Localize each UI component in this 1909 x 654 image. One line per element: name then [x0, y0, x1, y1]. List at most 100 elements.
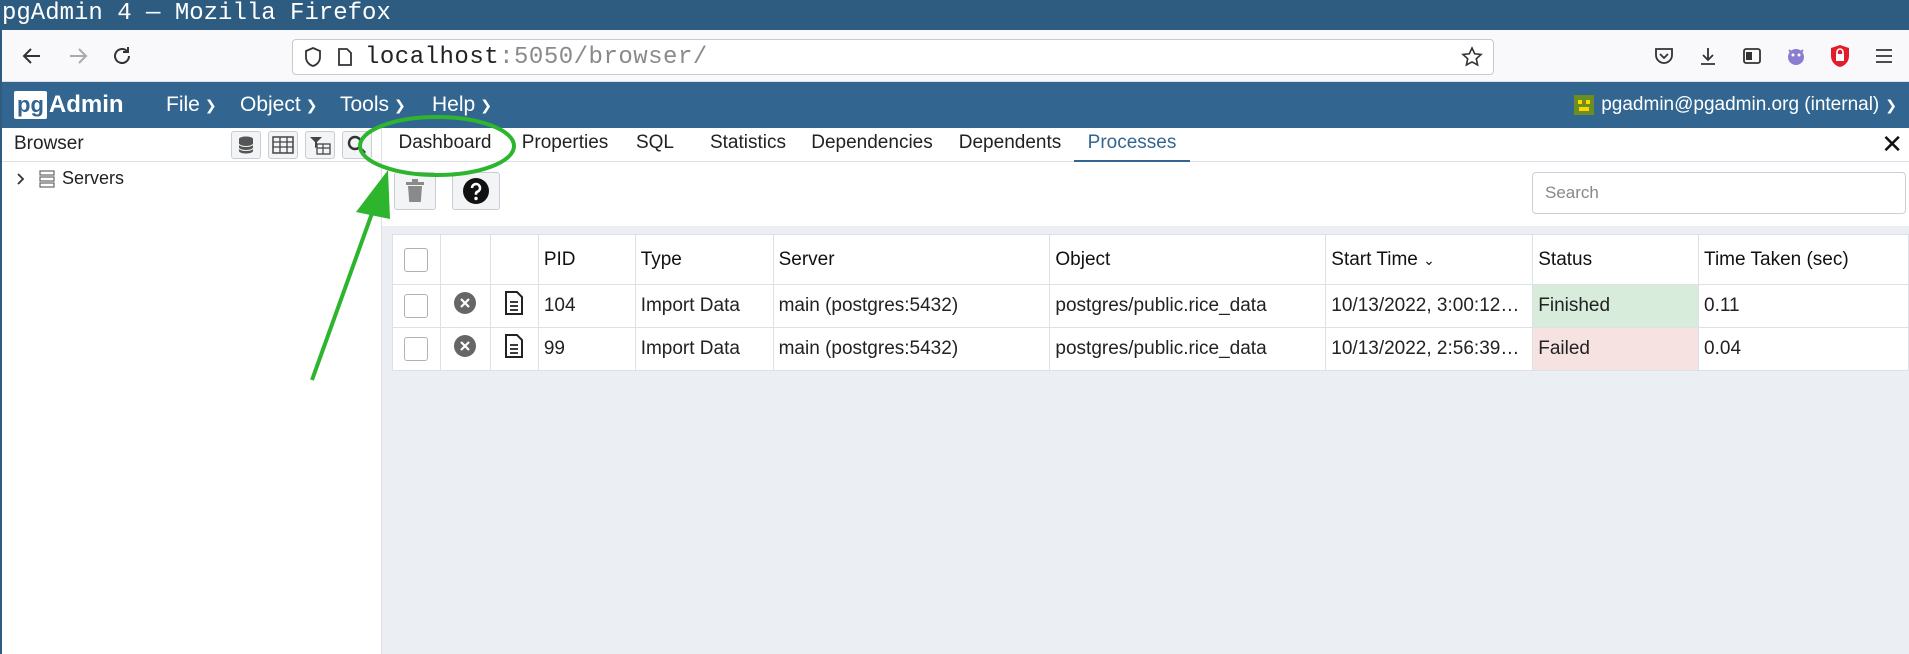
col-header-start-time-label: Start Time: [1331, 248, 1418, 270]
row-checkbox[interactable]: [404, 294, 429, 318]
menu-file-label: File: [166, 93, 200, 116]
header-blank: [489, 234, 539, 285]
cell-start-time: 10/13/2022, 3:00:12…: [1325, 284, 1534, 328]
trash-icon: [406, 179, 424, 202]
browser-panel-title: Browser: [14, 133, 84, 154]
table-row[interactable]: 99 Import Data main (postgres:5432) post…: [392, 327, 1909, 371]
col-header-type[interactable]: Type: [634, 234, 774, 285]
col-header-start-time[interactable]: Start Time ⌄: [1325, 234, 1534, 285]
cell-object: postgres/public.rice_data: [1049, 327, 1327, 371]
menu-tools-label: Tools: [340, 93, 390, 116]
col-header-server[interactable]: Server: [772, 234, 1051, 285]
cell-pid: 104: [537, 284, 636, 328]
select-all-cell[interactable]: [392, 234, 441, 285]
chevron-down-icon: ❯: [394, 97, 406, 113]
menu-help[interactable]: Help ❯: [432, 92, 492, 118]
help-button[interactable]: [452, 172, 500, 210]
tab-statistics[interactable]: Statistics: [692, 128, 804, 162]
tree-node-servers[interactable]: Servers: [16, 168, 124, 189]
forward-arrow-icon[interactable]: [62, 40, 94, 72]
url-path: :5050/browser/: [499, 43, 708, 71]
chevron-right-icon[interactable]: [16, 172, 26, 186]
cell-status-failed: Failed: [1532, 327, 1700, 371]
filtered-rows-button[interactable]: [305, 131, 335, 159]
pocket-icon[interactable]: [1650, 42, 1678, 70]
pgadmin-logo[interactable]: pg Admin: [14, 90, 124, 120]
tab-dependencies[interactable]: Dependencies: [802, 128, 942, 162]
row-checkbox-cell[interactable]: [392, 284, 441, 328]
reader-icon[interactable]: [1738, 42, 1766, 70]
app-header: pg Admin File ❯ Object ❯ Tools ❯ Help ❯ pgad…: [2, 82, 1909, 128]
cell-server: main (postgres:5432): [772, 284, 1051, 328]
select-all-checkbox[interactable]: [404, 247, 429, 272]
logo-admin: Admin: [48, 91, 124, 118]
menu-icon[interactable]: [1870, 42, 1898, 70]
extension-icon[interactable]: [1782, 42, 1810, 70]
ublock-icon[interactable]: [1826, 42, 1854, 70]
url-text[interactable]: localhost:5050/browser/: [365, 44, 708, 71]
tab-processes[interactable]: Processes: [1074, 128, 1190, 162]
search-objects-button[interactable]: [342, 131, 372, 159]
row-checkbox-cell[interactable]: [392, 327, 441, 371]
main-panel: Dashboard Properties SQL Statistics Depe…: [382, 128, 1909, 654]
cell-type: Import Data: [634, 284, 774, 328]
server-group-icon: [38, 169, 56, 188]
stop-process-cell[interactable]: [439, 327, 491, 371]
user-avatar-icon: [1573, 94, 1595, 116]
back-arrow-icon[interactable]: [16, 40, 48, 72]
user-menu[interactable]: pgadmin@pgadmin.org (internal) ❯: [1573, 92, 1897, 118]
view-log-cell[interactable]: [489, 284, 539, 328]
view-log-cell[interactable]: [489, 327, 539, 371]
delete-process-button[interactable]: [394, 172, 436, 210]
close-icon[interactable]: ✕: [1881, 130, 1903, 158]
cell-status-finished: Finished: [1532, 284, 1700, 328]
processes-grid-area: PID Type Server Object Start Time ⌄ Stat…: [382, 226, 1909, 654]
browser-toolbar: localhost:5050/browser/: [2, 30, 1909, 82]
col-header-pid[interactable]: PID: [537, 234, 636, 285]
url-host: localhost: [365, 43, 500, 71]
reload-icon[interactable]: [106, 40, 138, 72]
tab-properties[interactable]: Properties: [512, 128, 618, 162]
browser-panel-header: Browser: [2, 128, 382, 162]
cell-time-taken: 0.04: [1698, 327, 1909, 371]
browser-panel: Browser Servers: [2, 128, 382, 654]
page-icon[interactable]: [337, 47, 353, 67]
chevron-down-icon: ❯: [480, 97, 492, 113]
question-circle-icon: [463, 178, 489, 204]
search-icon: [347, 135, 366, 154]
cell-pid: 99: [537, 327, 636, 371]
stop-circle-icon: [454, 292, 477, 314]
address-bar[interactable]: localhost:5050/browser/: [292, 39, 1494, 75]
view-data-button[interactable]: [268, 131, 298, 159]
menu-file[interactable]: File ❯: [166, 92, 217, 118]
table-row[interactable]: 104 Import Data main (postgres:5432) pos…: [392, 284, 1909, 328]
search-input[interactable]: Search: [1532, 172, 1906, 214]
shield-icon[interactable]: [303, 46, 323, 68]
menu-tools[interactable]: Tools ❯: [340, 92, 406, 118]
user-email: pgadmin@pgadmin.org (internal): [1601, 94, 1880, 115]
filter-table-icon: [310, 137, 331, 155]
menu-help-label: Help: [432, 93, 476, 116]
cell-time-taken: 0.11: [1698, 284, 1909, 328]
menu-object[interactable]: Object ❯: [240, 92, 317, 118]
star-icon[interactable]: [1461, 46, 1483, 68]
tab-sql[interactable]: SQL: [627, 128, 683, 162]
col-header-status[interactable]: Status: [1532, 234, 1700, 285]
tab-dependents[interactable]: Dependents: [947, 128, 1073, 162]
document-icon: [505, 334, 524, 358]
logo-pg: pg: [14, 91, 47, 119]
header-blank: [439, 234, 491, 285]
chevron-down-icon: ❯: [1885, 97, 1897, 113]
stop-process-cell[interactable]: [439, 284, 491, 328]
stop-circle-icon: [454, 335, 477, 357]
tab-dashboard[interactable]: Dashboard: [390, 128, 500, 162]
cell-type: Import Data: [634, 327, 774, 371]
processes-table: PID Type Server Object Start Time ⌄ Stat…: [392, 234, 1909, 371]
table-header-row: PID Type Server Object Start Time ⌄ Stat…: [392, 234, 1909, 285]
row-checkbox[interactable]: [404, 337, 429, 361]
col-header-time-taken[interactable]: Time Taken (sec): [1698, 234, 1909, 285]
download-icon[interactable]: [1694, 42, 1722, 70]
query-tool-button[interactable]: [231, 131, 261, 159]
col-header-object[interactable]: Object: [1049, 234, 1327, 285]
sort-desc-icon: ⌄: [1423, 251, 1435, 268]
